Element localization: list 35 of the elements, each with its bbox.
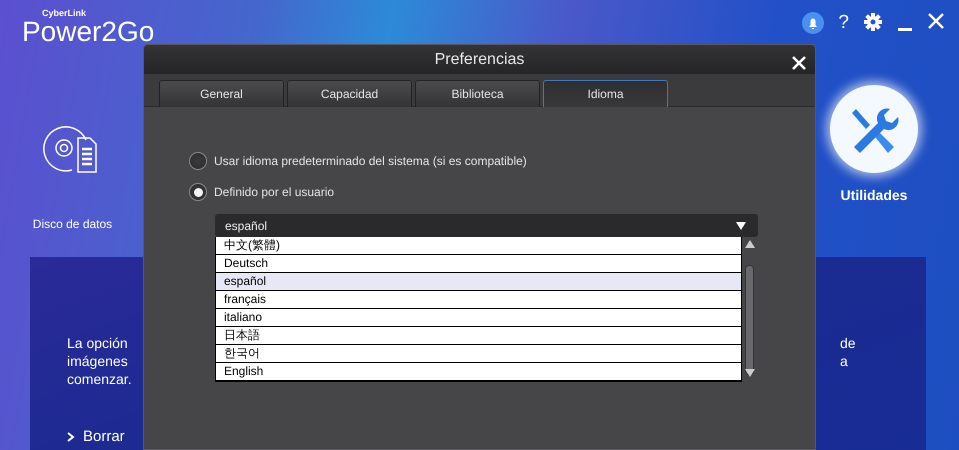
panel-text: a bbox=[840, 352, 849, 370]
panel-text: comenzar. bbox=[67, 370, 133, 388]
scroll-up-icon[interactable] bbox=[745, 240, 755, 248]
panel-text: de bbox=[840, 334, 857, 352]
tab[interactable]: General bbox=[159, 80, 284, 107]
language-option[interactable]: 한국어 bbox=[216, 345, 741, 362]
radio-option[interactable]: Usar idioma predeterminado del sistema (si es compatible) bbox=[189, 152, 527, 170]
dialog-title: Preferencias bbox=[434, 50, 524, 70]
settings-icon[interactable] bbox=[863, 12, 883, 32]
language-dropdown[interactable]: español bbox=[215, 214, 758, 237]
panel-text: imágenes bbox=[67, 352, 129, 370]
language-option[interactable]: español bbox=[216, 273, 741, 290]
bell-icon[interactable] bbox=[802, 12, 824, 34]
language-option[interactable]: English bbox=[216, 363, 741, 380]
borrar-link[interactable]: Borrar bbox=[67, 428, 125, 446]
tab[interactable]: Capacidad bbox=[287, 80, 412, 107]
utilities-label[interactable]: Utilidades bbox=[840, 185, 908, 206]
language-option[interactable]: français bbox=[216, 291, 741, 308]
scroll-down-icon[interactable] bbox=[745, 369, 755, 377]
tab[interactable]: Biblioteca bbox=[415, 80, 540, 107]
tab[interactable]: Idioma bbox=[543, 80, 668, 107]
close-icon[interactable] bbox=[927, 12, 945, 30]
language-option[interactable]: Deutsch bbox=[216, 255, 741, 272]
radio-option[interactable]: Definido por el usuario bbox=[189, 183, 334, 201]
language-option[interactable]: 日本語 bbox=[216, 327, 741, 344]
brand-subtitle: CyberLink bbox=[42, 8, 88, 18]
chevron-icon bbox=[67, 432, 75, 442]
help-button[interactable]: ? bbox=[838, 12, 849, 34]
language-option[interactable]: italiano bbox=[216, 309, 741, 326]
panel-text: La opción bbox=[67, 334, 129, 352]
caret-icon bbox=[736, 222, 746, 230]
scrollbar-thumb[interactable] bbox=[745, 265, 754, 375]
app-logo: Power2Go bbox=[22, 18, 154, 46]
language-option[interactable]: 中文(繁體) bbox=[216, 237, 741, 254]
data-disc-label[interactable]: Disco de datos bbox=[32, 215, 112, 233]
